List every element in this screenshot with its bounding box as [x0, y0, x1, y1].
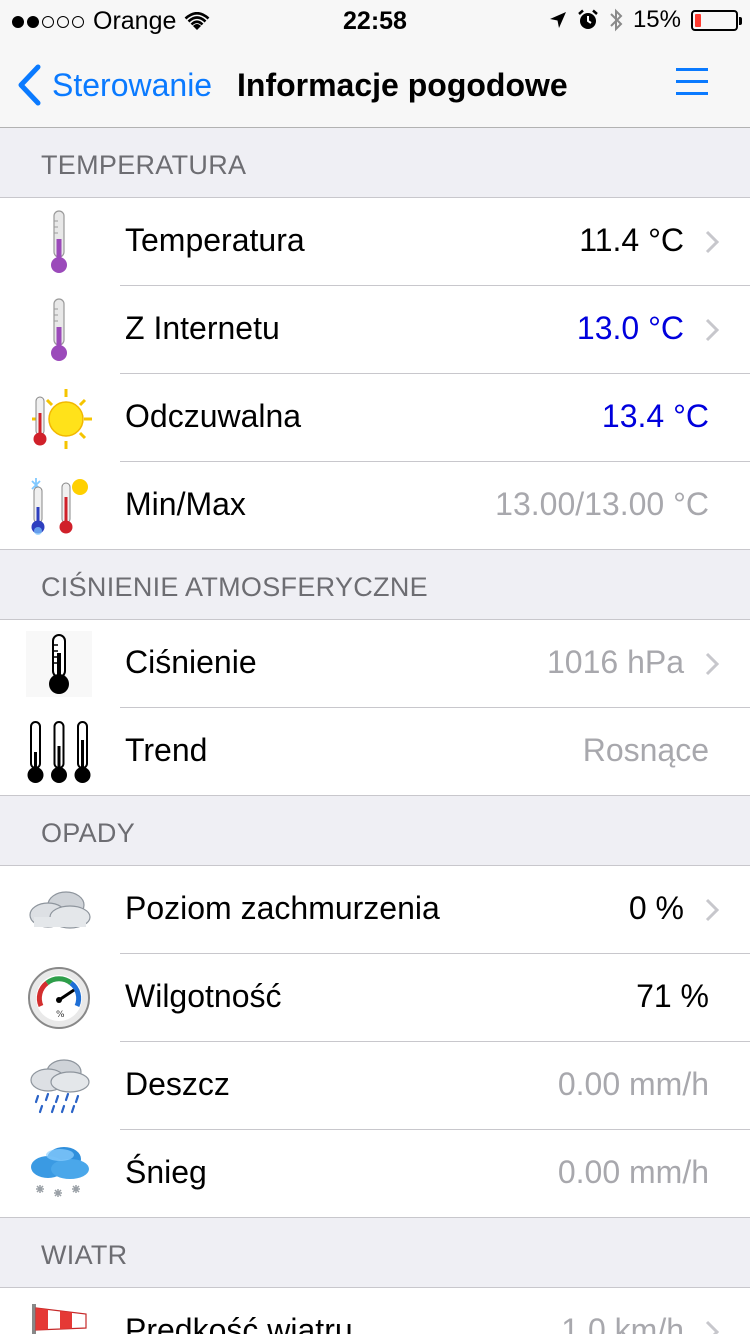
navigation-bar: Sterowanie Informacje pogodowe: [0, 40, 750, 128]
row-value: 13.00/13.00 °C: [495, 486, 709, 522]
row-pressure[interactable]: Ciśnienie 1016 hPa: [0, 620, 750, 708]
location-arrow-icon: [549, 12, 566, 28]
battery-percent: 15%: [632, 6, 681, 33]
row-value: 71 %: [636, 978, 709, 1014]
row-value: 0.00 mm/h: [557, 1154, 709, 1190]
min-max-thermometer-icon: [24, 471, 94, 541]
section-title: TEMPERATURA: [41, 150, 247, 180]
hygrometer-icon: %: [24, 963, 94, 1033]
row-label: Trend: [125, 732, 208, 768]
cloud-icon: [24, 875, 94, 945]
row-internet-temperature[interactable]: Z Internetu 13.0 °C: [0, 286, 750, 374]
chevron-right-icon: [705, 318, 720, 342]
row-value: Rosnące: [582, 732, 709, 768]
row-value: 11.4 °C: [579, 222, 684, 258]
back-button[interactable]: Sterowanie: [16, 64, 212, 106]
section-title: OPADY: [41, 818, 136, 848]
row-label: Wilgotność: [125, 978, 282, 1014]
rain-cloud-icon: [24, 1051, 94, 1121]
row-label: Poziom zachmurzenia: [125, 890, 440, 926]
section-title: WIATR: [41, 1240, 128, 1270]
row-value: 13.4 °C: [601, 398, 709, 434]
chevron-right-icon: [705, 652, 720, 676]
row-humidity: % Wilgotność 71 %: [0, 954, 750, 1042]
snow-cloud-icon: [24, 1139, 94, 1209]
chevron-left-icon: [18, 64, 41, 106]
row-value: 0.00 mm/h: [557, 1066, 709, 1102]
section-header-temperature: TEMPERATURA: [0, 128, 750, 198]
chevron-right-icon: [705, 1320, 720, 1334]
back-button-label: Sterowanie: [52, 66, 213, 103]
row-label: Temperatura: [125, 222, 305, 258]
row-feels-like: Odczuwalna 13.4 °C: [0, 374, 750, 462]
row-cloud-level[interactable]: Poziom zachmurzenia 0 %: [0, 866, 750, 954]
row-value: 1.0 km/h: [561, 1312, 684, 1334]
row-rain: Deszcz 0.00 mm/h: [0, 1042, 750, 1130]
row-value: 1016 hPa: [546, 644, 684, 680]
thermometer-icon: [24, 295, 94, 365]
row-trend: Trend Rosnące: [0, 708, 750, 796]
barometer-icon: [24, 629, 94, 699]
status-right: 15%: [549, 6, 742, 34]
status-bar: Orange 22:58 15%: [0, 0, 750, 40]
row-label: Prędkość wiatru: [125, 1312, 353, 1334]
row-temperature[interactable]: Temperatura 11.4 °C: [0, 198, 750, 286]
row-value: 13.0 °C: [576, 310, 684, 346]
thermometer-icon: [24, 207, 94, 277]
section-header-precipitation: OPADY: [0, 796, 750, 866]
row-label: Min/Max: [125, 486, 246, 522]
menu-icon[interactable]: [676, 68, 710, 98]
section-title: CIŚNIENIE ATMOSFERYCZNE: [41, 572, 428, 602]
battery-icon: [691, 9, 742, 31]
row-label: Deszcz: [125, 1066, 230, 1102]
page-title: Informacje pogodowe: [237, 67, 568, 103]
section-header-pressure: CIŚNIENIE ATMOSFERYCZNE: [0, 550, 750, 620]
trend-thermometers-icon: [24, 717, 94, 787]
row-label: Ciśnienie: [125, 644, 257, 680]
chevron-right-icon: [705, 898, 720, 922]
row-min-max: Min/Max 13.00/13.00 °C: [0, 462, 750, 550]
row-value: 0 %: [628, 890, 684, 926]
sun-thermometer-icon: [24, 383, 94, 453]
section-header-wind: WIATR: [0, 1218, 750, 1288]
chevron-right-icon: [705, 230, 720, 254]
alarm-clock-icon: [578, 9, 598, 29]
windsock-icon: [24, 1294, 94, 1334]
row-label: Śnieg: [125, 1154, 207, 1190]
svg-text:%: %: [56, 1010, 65, 1020]
row-label: Z Internetu: [125, 310, 280, 346]
row-label: Odczuwalna: [125, 398, 302, 434]
row-wind-speed[interactable]: Prędkość wiatru 1.0 km/h: [0, 1288, 750, 1334]
row-snow: Śnieg 0.00 mm/h: [0, 1130, 750, 1218]
bluetooth-icon: [610, 8, 623, 32]
